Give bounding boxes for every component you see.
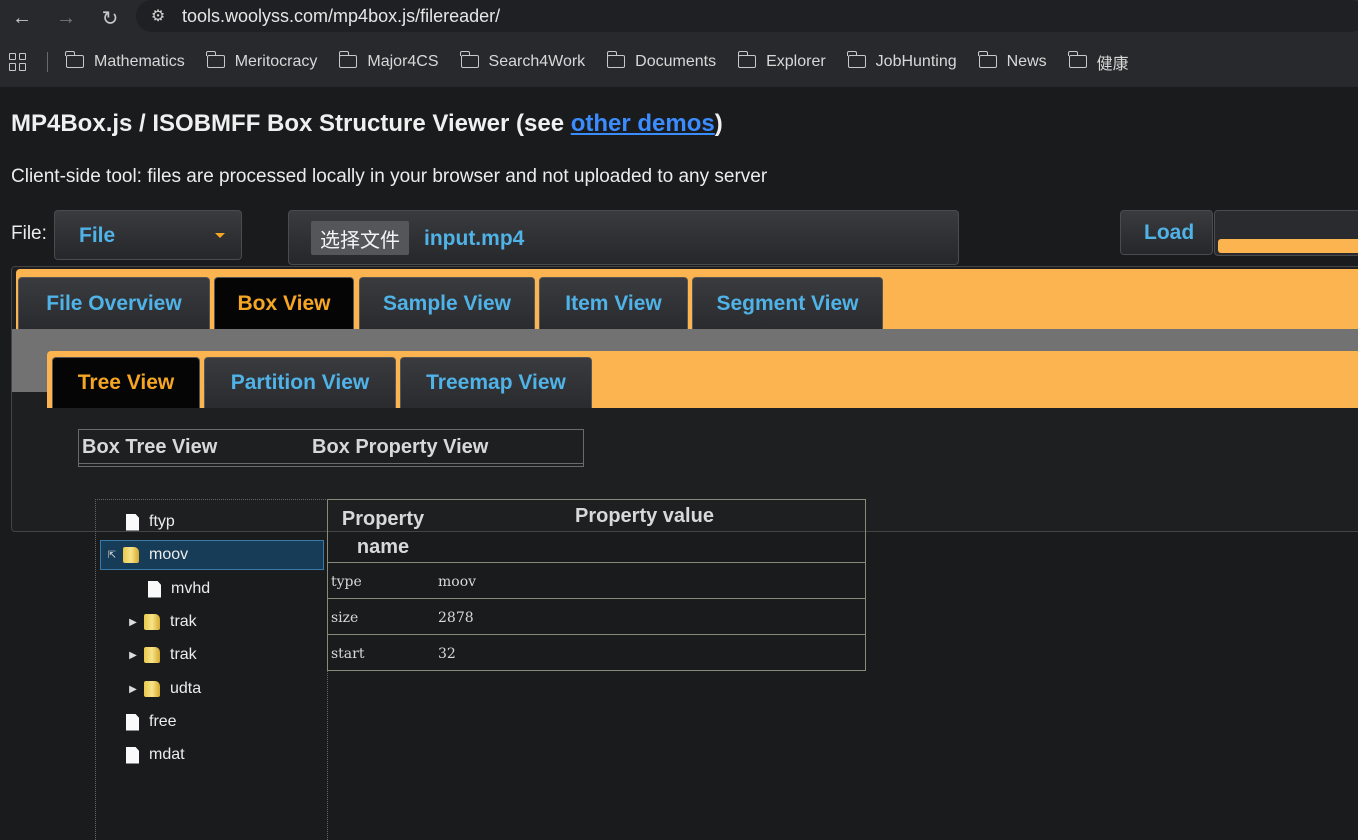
- tab-box-view[interactable]: Box View: [214, 277, 354, 329]
- folder-icon: [847, 51, 866, 68]
- box-view-split-header: Box Tree View Box Property View: [78, 429, 584, 467]
- folder-icon: [144, 614, 160, 630]
- bookmark-search4work[interactable]: Search4Work: [459, 51, 585, 71]
- folder-open-icon: [123, 547, 139, 563]
- tree-node-mvhd[interactable]: mvhd: [148, 574, 210, 604]
- expand-arrow-icon[interactable]: ▶: [126, 684, 140, 695]
- tab-segment-view[interactable]: Segment View: [692, 277, 883, 329]
- bookmarks-separator: [47, 51, 48, 72]
- file-icon: [126, 746, 139, 764]
- folder-icon: [737, 51, 757, 68]
- tab-treemap-view[interactable]: Treemap View: [400, 357, 592, 408]
- tree-node-udta[interactable]: ▶ udta: [126, 674, 201, 704]
- apps-grid-icon[interactable]: [9, 52, 27, 71]
- bookmark-mathematics[interactable]: Mathematics: [65, 51, 185, 71]
- bookmark-jobhunting[interactable]: JobHunting: [847, 51, 957, 71]
- tree-node-trak-1[interactable]: ▶ trak: [126, 607, 197, 637]
- tree-node-mdat[interactable]: mdat: [126, 740, 185, 770]
- box-tree-view-heading: Box Tree View: [82, 436, 218, 458]
- file-source-value: File: [79, 224, 116, 247]
- expand-arrow-icon[interactable]: ▶: [126, 650, 140, 661]
- folder-icon: [1068, 51, 1087, 68]
- page-title: MP4Box.js / ISOBMFF Box Structure Viewer…: [11, 110, 723, 137]
- file-label: File:: [11, 223, 47, 244]
- tab-file-overview[interactable]: File Overview: [18, 277, 210, 329]
- tree-node-trak-2[interactable]: ▶ trak: [126, 640, 197, 670]
- load-progress-fill: [1218, 239, 1358, 253]
- table-row: type moov: [328, 563, 865, 599]
- tree-node-ftyp[interactable]: ftyp: [126, 507, 175, 537]
- box-tree: ftyp ⇱ moov mvhd ▶ trak ▶ trak ▶ udta free m…: [95, 499, 328, 840]
- browser-toolbar: ← → ↻ ⚙ tools.woolyss.com/mp4box.js/file…: [0, 0, 1358, 36]
- folder-icon: [144, 647, 160, 663]
- bookmark-news[interactable]: News: [978, 51, 1047, 71]
- folder-icon: [606, 51, 626, 68]
- property-name-header: Property name: [341, 508, 425, 558]
- folder-icon: [144, 681, 160, 697]
- property-value: moov: [438, 574, 477, 590]
- load-progress-bar: [1214, 210, 1358, 256]
- file-source-select[interactable]: File: [54, 210, 242, 260]
- tab-item-view[interactable]: Item View: [539, 277, 688, 329]
- back-icon[interactable]: ←: [0, 0, 44, 36]
- page-subtitle: Client-side tool: files are processed lo…: [11, 166, 768, 187]
- main-tab-bar: File Overview Box View Sample View Item …: [16, 269, 1358, 329]
- selected-file-name: input.mp4: [424, 227, 525, 250]
- folder-icon: [65, 51, 84, 68]
- tab-sample-view[interactable]: Sample View: [359, 277, 535, 329]
- split-header-divider: [79, 463, 583, 464]
- collapse-arrow-icon[interactable]: ⇱: [105, 550, 119, 561]
- bookmark-major4cs[interactable]: Major4CS: [338, 51, 439, 71]
- tab-partition-view[interactable]: Partition View: [204, 357, 396, 408]
- main-tab-panel: File Overview Box View Sample View Item …: [11, 266, 1358, 532]
- file-icon: [126, 713, 139, 731]
- bookmark-explorer[interactable]: Explorer: [737, 51, 826, 71]
- forward-icon[interactable]: →: [44, 0, 88, 36]
- property-value-header: Property value: [575, 505, 714, 527]
- expand-arrow-icon[interactable]: ▶: [126, 617, 140, 628]
- bookmark-documents[interactable]: Documents: [606, 51, 716, 71]
- box-property-view-heading: Box Property View: [312, 436, 489, 458]
- site-info-icon[interactable]: ⚙: [144, 6, 172, 26]
- folder-icon: [338, 51, 358, 68]
- property-key: type: [331, 574, 362, 590]
- property-key: size: [331, 610, 359, 626]
- folder-icon: [206, 51, 225, 68]
- chevron-down-icon: [215, 233, 225, 238]
- tree-node-free[interactable]: free: [126, 707, 177, 737]
- file-input: 选择文件 input.mp4: [288, 210, 959, 265]
- url-text[interactable]: tools.woolyss.com/mp4box.js/filereader/: [182, 6, 500, 27]
- reload-icon[interactable]: ↻: [88, 0, 132, 36]
- box-property-table: Property name Property value type moov s…: [327, 499, 866, 671]
- folder-icon: [459, 51, 479, 68]
- other-demos-link[interactable]: other demos: [571, 110, 715, 137]
- tree-node-moov[interactable]: ⇱ moov: [100, 540, 324, 570]
- bookmark-meritocracy[interactable]: Meritocracy: [206, 51, 317, 71]
- folder-icon: [978, 51, 997, 68]
- property-value: 32: [438, 646, 456, 662]
- file-icon: [126, 513, 139, 531]
- file-icon: [148, 580, 161, 598]
- bookmark-health[interactable]: 健康: [1068, 50, 1129, 74]
- property-table-header: Property name Property value: [328, 500, 865, 563]
- bookmarks-bar: Mathematics Meritocracy Major4CS Search4…: [0, 36, 1358, 87]
- sub-tab-bar: Tree View Partition View Treemap View: [47, 351, 1358, 408]
- property-value: 2878: [438, 610, 474, 626]
- table-row: start 32: [328, 635, 865, 670]
- property-key: start: [331, 646, 365, 662]
- tab-tree-view[interactable]: Tree View: [52, 357, 200, 408]
- table-row: size 2878: [328, 599, 865, 635]
- load-button[interactable]: Load: [1120, 210, 1213, 255]
- address-bar[interactable]: ⚙ tools.woolyss.com/mp4box.js/filereader…: [136, 0, 1358, 32]
- choose-file-button[interactable]: 选择文件: [311, 221, 409, 255]
